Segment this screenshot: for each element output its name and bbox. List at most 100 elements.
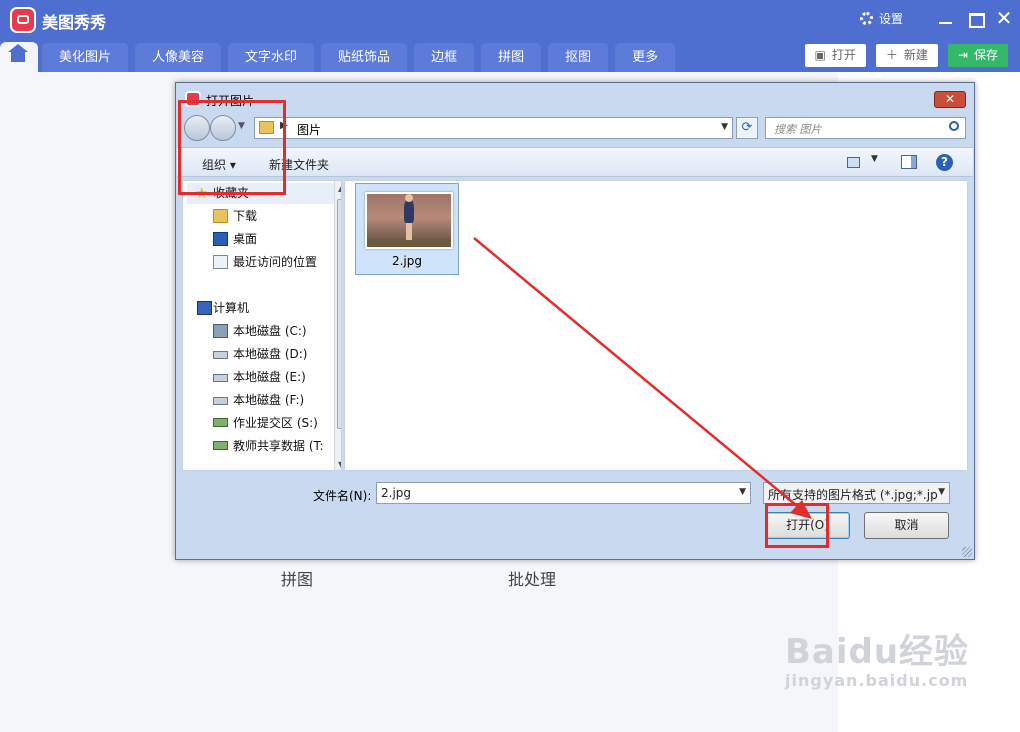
dialog-cancel-button[interactable]: 取消	[864, 512, 949, 539]
organize-menu[interactable]: 组织 ▾	[202, 156, 236, 173]
scroll-down-icon[interactable]: ▼	[338, 460, 341, 469]
address-dropdown-icon[interactable]: ▼	[721, 122, 728, 132]
save-button[interactable]: ⇥ 保存	[947, 44, 1008, 67]
file-name: 2.jpg	[391, 254, 423, 268]
change-view-button[interactable]: ▼	[847, 154, 881, 170]
search-placeholder: 搜索 图片	[774, 123, 822, 136]
back-button[interactable]	[184, 115, 210, 141]
tab-portrait[interactable]: 人像美容	[135, 43, 222, 72]
nav-label: 本地磁盘 (E:)	[233, 370, 306, 384]
maximize-button[interactable]	[965, 8, 987, 30]
nav-item-drive-d[interactable]: 本地磁盘 (D:)	[187, 344, 337, 365]
new-folder-button[interactable]: 新建文件夹	[269, 156, 329, 173]
header-actions: ▣ 打开 ＋ 新建 ⇥ 保存	[804, 44, 1008, 67]
new-file-button[interactable]: ＋ 新建	[875, 44, 938, 67]
chevron-down-icon[interactable]: ▼	[739, 487, 746, 497]
search-icon[interactable]	[949, 121, 959, 131]
nav-label: 作业提交区 (S:)	[233, 416, 318, 430]
history-dropdown-icon[interactable]: ▼	[238, 121, 245, 131]
filename-label: 文件名(N):	[313, 489, 372, 503]
nav-label: 计算机	[213, 301, 250, 315]
scroll-up-icon[interactable]: ▲	[338, 184, 341, 193]
system-drive-icon	[213, 324, 228, 338]
meitu-app-window: 美图秀秀 设置 ✕ 美化图片 人像美容 文字水印 贴纸饰品 边框 拼图 抠图 更…	[0, 0, 1020, 732]
image-icon: ▣	[814, 48, 826, 62]
breadcrumb-arrow-icon[interactable]: ▶	[280, 120, 288, 131]
file-list: 2.jpg	[344, 180, 968, 471]
nav-item-drive-e[interactable]: 本地磁盘 (E:)	[187, 367, 337, 388]
drive-icon	[213, 374, 228, 382]
nav-label: 收藏夹	[213, 186, 250, 200]
nav-label: 下载	[233, 209, 258, 223]
address-bar[interactable]: ▶ 图片 ▼	[254, 117, 733, 139]
chevron-down-icon[interactable]: ▼	[938, 487, 945, 497]
help-icon[interactable]: ?	[936, 154, 953, 171]
open-file-button[interactable]: ▣ 打开	[804, 44, 866, 67]
network-drive-icon	[213, 418, 228, 427]
gear-icon	[860, 12, 873, 25]
nav-scrollbar[interactable]: ▲ ▼	[334, 181, 341, 470]
network-drive-icon	[213, 441, 228, 450]
scrollbar-thumb[interactable]	[337, 199, 341, 429]
tab-collage[interactable]: 拼图	[481, 43, 542, 72]
baidu-jingyan-watermark: Baidu经验 jingyan.baidu.com	[785, 624, 969, 690]
image-thumbnail	[365, 192, 453, 249]
filename-input[interactable]: 2.jpg ▼	[376, 482, 751, 504]
nav-label: 桌面	[233, 232, 258, 246]
nav-item-drive-t[interactable]: 教师共享数据 (T:	[187, 436, 337, 457]
minimize-button[interactable]	[935, 8, 957, 30]
tab-stickers[interactable]: 贴纸饰品	[321, 43, 408, 72]
open-image-dialog: 打开图片 ✕ ▼ ▶ 图片 ▼ ⟳ 搜索 图片 组织 ▾ 新建文件夹 ▼ ? ★…	[175, 82, 975, 560]
nav-label: 教师共享数据 (T:	[233, 439, 324, 453]
watermark-main: Baidu经验	[785, 632, 970, 672]
tab-text-watermark[interactable]: 文字水印	[228, 43, 315, 72]
address-path: 图片	[297, 123, 322, 137]
resize-grip-icon[interactable]	[962, 547, 972, 557]
close-button[interactable]: ✕	[993, 8, 1015, 30]
dialog-open-button[interactable]: 打开(O)	[765, 512, 850, 539]
nav-item-computer[interactable]: 计算机	[187, 298, 337, 319]
navigation-pane: ★ 收藏夹 下载 桌面 最近访问的位置 计算机 本地磁盘 (C:) 本地磁盘 (…	[182, 180, 342, 471]
view-icon	[847, 157, 860, 168]
tab-beautify[interactable]: 美化图片	[42, 43, 129, 72]
nav-item-drive-f[interactable]: 本地磁盘 (F:)	[187, 390, 337, 411]
batch-entry[interactable]: 批处理	[508, 566, 556, 590]
search-input[interactable]: 搜索 图片	[765, 117, 966, 139]
title-bar: 美图秀秀 设置 ✕	[0, 0, 1020, 40]
drive-icon	[213, 351, 228, 359]
chevron-down-icon: ▼	[871, 154, 878, 164]
download-folder-icon	[213, 209, 228, 223]
forward-button[interactable]	[210, 115, 236, 141]
drive-icon	[213, 397, 228, 405]
desktop-icon	[213, 232, 228, 246]
nav-item-drive-s[interactable]: 作业提交区 (S:)	[187, 413, 337, 434]
export-icon: ⇥	[957, 48, 968, 62]
collage-entry[interactable]: 拼图	[281, 566, 313, 590]
tab-cutout[interactable]: 抠图	[548, 43, 609, 72]
meitu-logo-icon	[10, 7, 36, 33]
settings-label: 设置	[879, 12, 904, 26]
recent-places-icon	[213, 255, 228, 269]
filetype-select[interactable]: 所有支持的图片格式 (*.jpg;*.jp ▼	[763, 482, 950, 504]
app-title: 美图秀秀	[42, 13, 107, 32]
settings-button[interactable]: 设置	[860, 10, 903, 27]
nav-item-desktop[interactable]: 桌面	[187, 229, 337, 250]
nav-item-favorites[interactable]: ★ 收藏夹	[187, 183, 337, 204]
nav-item-drive-c[interactable]: 本地磁盘 (C:)	[187, 321, 337, 342]
main-tab-bar: 美化图片 人像美容 文字水印 贴纸饰品 边框 拼图 抠图 更多 ▣ 打开 ＋ 新…	[0, 40, 1020, 72]
file-item[interactable]: 2.jpg	[355, 183, 459, 275]
tab-frames[interactable]: 边框	[414, 43, 475, 72]
home-tab[interactable]	[0, 42, 38, 72]
filename-value: 2.jpg	[381, 486, 412, 500]
save-label: 保存	[973, 48, 998, 62]
nav-item-recent[interactable]: 最近访问的位置	[187, 252, 337, 273]
refresh-button[interactable]: ⟳	[736, 117, 758, 139]
nav-label: 本地磁盘 (D:)	[233, 347, 308, 361]
nav-label: 本地磁盘 (F:)	[233, 393, 305, 407]
tab-more[interactable]: 更多	[615, 43, 676, 72]
new-file-label: 新建	[903, 48, 928, 62]
nav-item-downloads[interactable]: 下载	[187, 206, 337, 227]
preview-pane-button[interactable]	[901, 155, 917, 169]
dialog-app-icon	[185, 91, 201, 107]
dialog-close-button[interactable]: ✕	[934, 91, 966, 108]
